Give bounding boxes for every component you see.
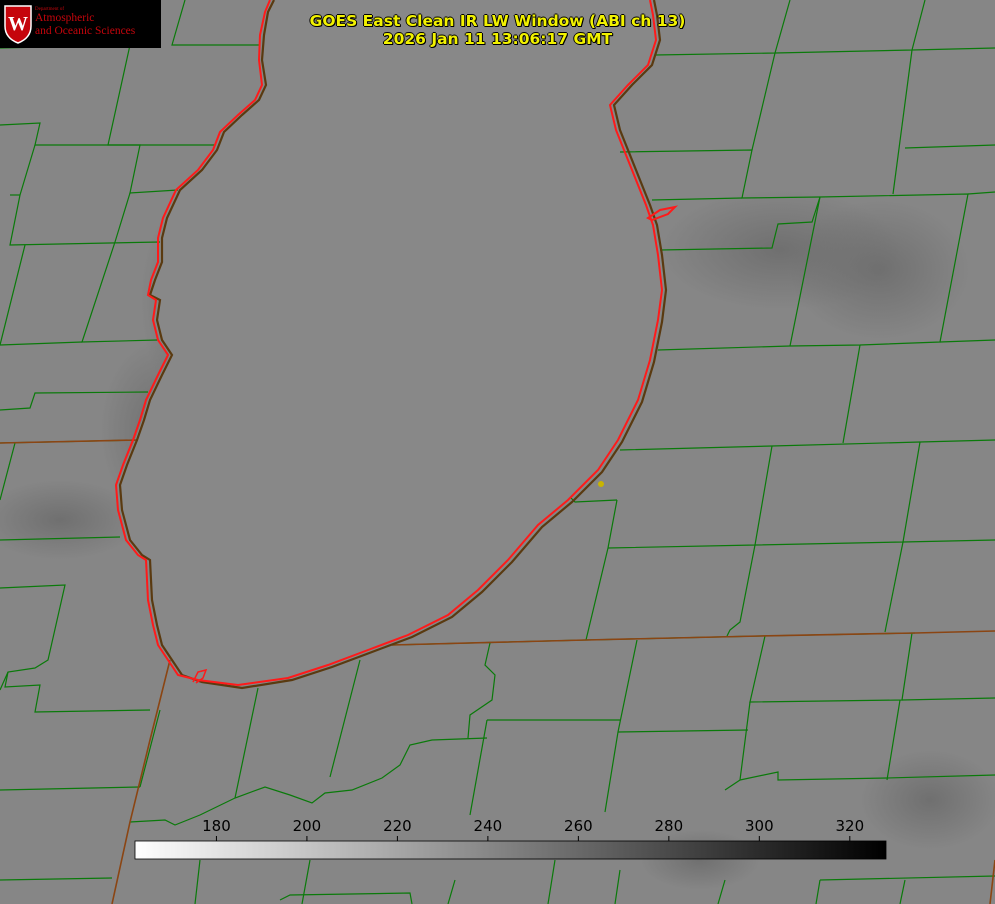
colorbar-tick-label: 180 bbox=[202, 817, 231, 835]
colorbar-tick-label: 300 bbox=[745, 817, 774, 835]
image-title: GOES East Clean IR LW Window (ABI ch 13)… bbox=[290, 12, 705, 48]
colorbar-tick-label: 220 bbox=[383, 817, 412, 835]
aos-logo: W Department of Atmospheric and Oceanic … bbox=[0, 0, 161, 48]
colorbar-gradient bbox=[134, 840, 887, 860]
title-timestamp: 2026 Jan 11 13:06:17 GMT bbox=[382, 30, 613, 48]
colorbar-tick-label: 320 bbox=[835, 817, 864, 835]
location-marker bbox=[598, 481, 604, 487]
logo-wordmark: Department of Atmospheric and Oceanic Sc… bbox=[35, 7, 135, 37]
colorbar-tick-label: 260 bbox=[564, 817, 593, 835]
title-product: GOES East Clean IR LW Window (ABI ch 13) bbox=[309, 12, 686, 30]
logo-line-2: and Oceanic Sciences bbox=[35, 24, 136, 37]
svg-text:W: W bbox=[8, 13, 28, 35]
satellite-map: 180 200 220 240 260 280 300 320 bbox=[0, 0, 995, 904]
colorbar-tick-label: 200 bbox=[293, 817, 322, 835]
colorbar-tick-label: 240 bbox=[474, 817, 503, 835]
logo-line-1: Atmospheric bbox=[35, 12, 95, 24]
uw-crest-icon: W bbox=[4, 5, 32, 44]
colorbar-tick-label: 280 bbox=[655, 817, 684, 835]
